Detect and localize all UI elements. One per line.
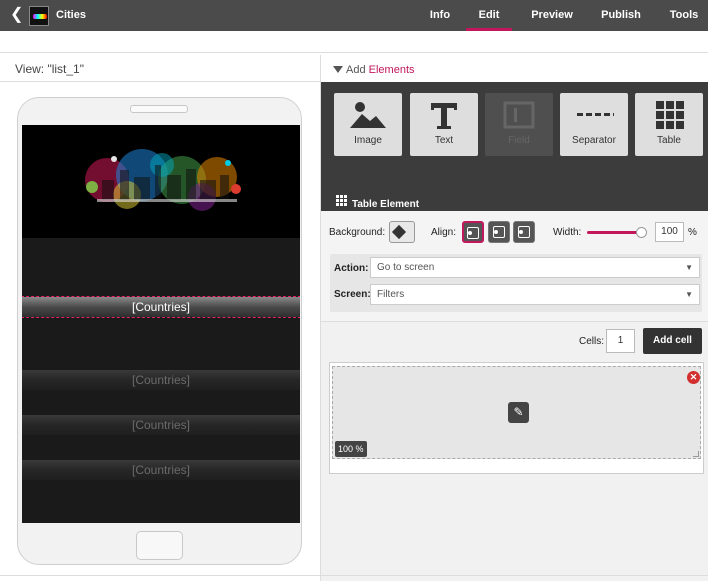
divider [0,575,708,576]
phone-frame: [Countries] [Countries] [Countries] [Cou… [17,97,302,565]
paint-bucket-icon [391,224,407,240]
divider [321,321,708,322]
phone-home-button [136,531,183,560]
element-palette: Image Text Field Separator Table Table E… [321,82,708,211]
palette-label: Text [434,135,454,146]
list-item[interactable]: [Countries] [22,415,300,435]
palette-label: Table [657,135,681,146]
align-left-button[interactable] [462,221,484,243]
align-right-icon [518,226,530,238]
tab-tools[interactable]: Tools [663,0,705,31]
editor-panel: Add Elements Image Text Field Separator … [320,55,708,581]
list-item[interactable]: [Countries] [22,460,300,480]
palette-label: Separator [572,135,616,146]
separator-icon [577,113,614,116]
table-icon [656,101,684,129]
dropdown-arrow-icon: ▼ [685,290,693,299]
width-slider[interactable] [587,231,643,234]
add-label: Add [346,64,366,76]
preview-panel: View: "list_1" [Countries] [Countries] [… [0,55,320,581]
palette-field-button[interactable]: Field [485,93,553,156]
tab-preview[interactable]: Preview [525,0,579,31]
field-icon [503,101,535,129]
palette-label: Image [354,135,382,146]
palette-table-button[interactable]: Table [635,93,703,156]
close-icon[interactable]: ✕ [687,371,700,384]
app-thumbnail [29,6,49,26]
action-select[interactable]: Go to screen ▼ [370,257,700,278]
resize-handle[interactable] [693,451,699,457]
palette-separator-button[interactable]: Separator [560,93,628,156]
element-title: Table Element [352,199,420,210]
properties-panel: Background: Align: Width: 100 % Action: … [321,211,708,321]
align-label: Align: [431,227,457,238]
cell-width-badge: 100 % [335,441,367,457]
width-label: Width: [553,227,582,238]
align-left-icon [467,227,479,239]
align-right-button[interactable] [513,221,535,243]
triangle-down-icon [333,66,343,73]
width-unit: % [688,227,697,238]
cell-editor: ✕ ✎ 100 % [329,362,704,474]
list-item[interactable]: [Countries] [22,296,300,318]
cells-label: Cells: [579,336,605,347]
city-skyline-image[interactable] [22,125,300,238]
action-label: Action: [334,263,369,274]
tab-edit[interactable]: Edit [466,0,512,31]
list-item[interactable]: [Countries] [22,370,300,390]
width-slider-knob[interactable] [636,227,647,238]
tab-publish[interactable]: Publish [596,0,646,31]
phone-screen: [Countries] [Countries] [Countries] [Cou… [22,125,300,523]
cells-input[interactable]: 1 [606,329,635,353]
palette-image-button[interactable]: Image [334,93,402,156]
table-cell[interactable]: ✕ ✎ 100 % [332,366,701,459]
background-color-button[interactable] [389,221,415,243]
phone-speaker [130,105,188,113]
app-title: Cities [56,9,86,21]
width-input[interactable]: 100 [655,222,684,242]
top-bar: ❮ Cities Info Edit Preview Publish Tools [0,0,708,31]
table-grid-icon [336,195,347,206]
chevron-left-icon[interactable]: ❮ [10,5,23,25]
dropdown-arrow-icon: ▼ [685,263,693,272]
divider [0,81,320,82]
text-icon [431,103,457,129]
palette-label: Field [508,135,530,146]
align-center-icon [493,226,505,238]
add-elements-toggle[interactable]: Add Elements [321,55,708,82]
screen-label: Screen: [334,289,371,300]
pencil-icon[interactable]: ✎ [508,402,529,423]
view-label: View: "list_1" [15,62,84,76]
palette-text-button[interactable]: Text [410,93,478,156]
tab-info[interactable]: Info [421,0,459,31]
align-center-button[interactable] [488,221,510,243]
screen-value: Filters [377,289,405,300]
add-cell-button[interactable]: Add cell [643,328,702,354]
action-settings: Action: Go to screen ▼ Screen: Filters ▼ [330,254,702,312]
background-label: Background: [329,227,386,238]
sub-bar [0,31,708,53]
image-icon [350,102,386,128]
action-value: Go to screen [377,262,435,273]
elements-label: Elements [368,64,415,76]
screen-select[interactable]: Filters ▼ [370,284,700,305]
